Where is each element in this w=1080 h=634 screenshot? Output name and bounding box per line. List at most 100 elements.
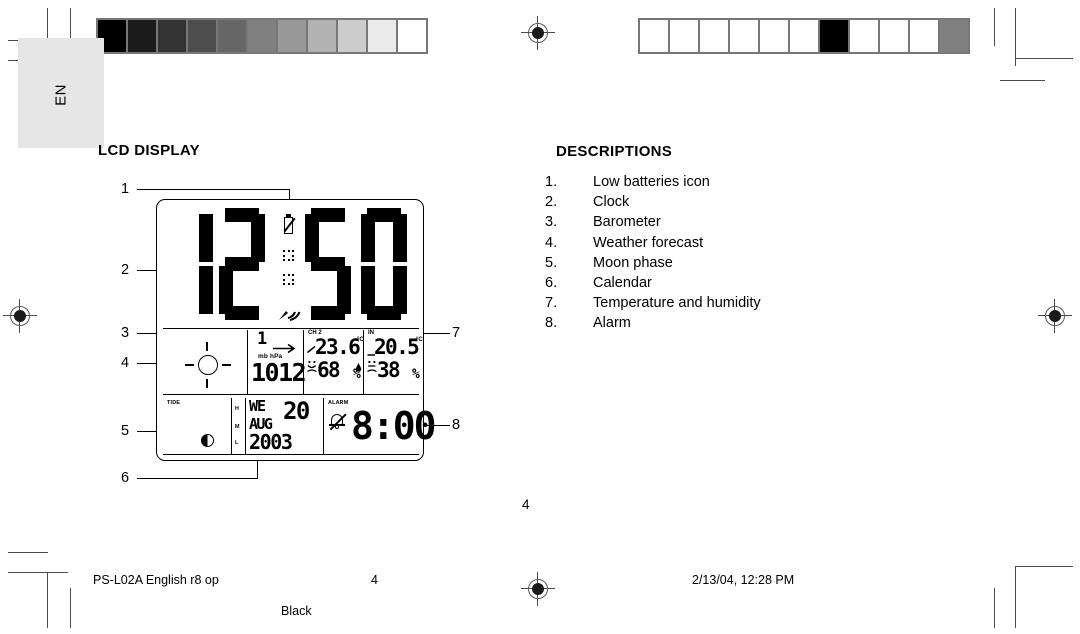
registration-mark-right (1038, 299, 1072, 333)
moon-phase-icon (201, 434, 214, 447)
smiley-comfort-icon-indoor (367, 359, 377, 378)
calendar-day: 20 (283, 397, 310, 425)
lcd-divider-ch2-indoor (363, 330, 365, 394)
grayscale-calibration-strip-left (96, 18, 428, 54)
calibration-left-cell-3 (158, 20, 186, 52)
alarm-bell-off-icon (329, 412, 347, 431)
lcd-display-panel: 1 mb hPa 1012 CH 2 23.6 °C 68 % IN 20.5 … (156, 199, 437, 461)
description-item-number: 3. (545, 214, 558, 231)
outdoor-humidity-value: 68 (317, 358, 341, 382)
registration-mark-bottom-center (521, 572, 555, 606)
clock-digit-hour-ones (219, 208, 265, 320)
calibration-left-cell-11 (398, 20, 426, 52)
lcd-divider-barometer-ch2 (303, 330, 305, 394)
lcd-divider-middle-bottom (163, 394, 419, 396)
description-item-text: Barometer (593, 214, 661, 231)
tide-label: TIDE (167, 400, 181, 406)
calibration-right-cell-1 (640, 20, 668, 52)
alarm-label: ALARM (328, 400, 349, 406)
outdoor-temperature-value: 23.6 (315, 335, 361, 359)
callout-label-1: 1 (121, 181, 130, 197)
callout-label-4: 4 (121, 355, 130, 371)
description-item-text: Low batteries icon (593, 174, 710, 190)
footer-plate-name: Black (281, 604, 312, 618)
crop-mark-top-right-inner-horizontal (1000, 80, 1045, 81)
description-item: 7. Temperature and humidity (545, 293, 875, 313)
clock-digit-minute-ones (361, 208, 407, 320)
calibration-right-cell-4 (730, 20, 758, 52)
lcd-bottom-row: TIDE H M L WE AUG 20 2003 ALARM 8:00 (163, 398, 437, 456)
calibration-left-cell-4 (188, 20, 216, 52)
description-item-text: Calendar (593, 275, 652, 292)
weather-forecast-sun-icon (185, 342, 231, 388)
description-item-number: 7. (545, 295, 558, 312)
crop-mark-bottom-left-vertical (47, 572, 48, 628)
grayscale-calibration-strip-right (638, 18, 970, 54)
body-page-number: 4 (522, 497, 530, 512)
calibration-right-cell-9 (880, 20, 908, 52)
description-item-number: 4. (545, 234, 558, 251)
callout-label-6: 6 (121, 470, 130, 486)
calibration-left-cell-2 (128, 20, 156, 52)
lcd-middle-row: 1 mb hPa 1012 CH 2 23.6 °C 68 % IN 20.5 … (163, 328, 423, 396)
barometer-pressure-value: 1012 (251, 358, 307, 387)
low-battery-icon (283, 214, 296, 234)
description-item-text: Clock (593, 194, 630, 211)
description-item-number: 6. (545, 275, 558, 292)
smiley-comfort-icon-outdoor (307, 359, 317, 378)
indoor-temperature-unit: °C (416, 337, 423, 343)
calibration-left-cell-8 (308, 20, 336, 52)
description-item-text: Alarm (593, 315, 631, 332)
descriptions-heading: DESCRIPTIONS (556, 143, 673, 160)
indoor-humidity-value: 38 (377, 358, 401, 382)
tide-level-mid: M (235, 424, 240, 430)
calendar-section: WE AUG 20 2003 (249, 398, 321, 454)
crop-mark-bottom-left-inner-horizontal (8, 552, 48, 553)
language-tab-en: EN (18, 38, 104, 148)
registration-mark-top-center (521, 16, 555, 50)
description-item-text: Weather forecast (593, 234, 704, 251)
lcd-clock-section (165, 206, 417, 324)
crop-mark-bottom-left-inner-vertical (70, 588, 71, 628)
lcd-divider-tide-calendar (231, 398, 233, 454)
calibration-right-cell-2 (670, 20, 698, 52)
outdoor-humidity-unit: % (353, 367, 361, 382)
tide-moon-section: TIDE (163, 398, 229, 454)
callout-label-7: 7 (452, 325, 461, 341)
description-item-number: 8. (545, 315, 558, 332)
lcd-divider-tide-levels (245, 398, 247, 454)
description-item: 5. Moon phase (545, 253, 875, 273)
calendar-weekday: WE (249, 397, 266, 415)
calibration-left-cell-5 (218, 20, 246, 52)
callout-label-3: 3 (121, 325, 130, 341)
crop-mark-bottom-right-horizontal (1015, 566, 1073, 567)
registration-mark-left (3, 299, 37, 333)
description-item-number: 1. (545, 174, 558, 190)
indoor-temperature-value: 20.5 (374, 335, 420, 359)
callout-leader-1-horizontal (137, 189, 290, 191)
descriptions-list: 1. Low batteries icon 2. Clock 3. Barometer 4.… (545, 172, 875, 334)
barometer-section: 1 mb hPa 1012 (251, 329, 307, 394)
footer-job-name: PS-L02A English r8 op (93, 573, 219, 587)
crop-mark-bottom-right-vertical (1015, 566, 1016, 628)
description-item-number: 5. (545, 254, 558, 271)
crop-mark-top-right-horizontal (1015, 58, 1073, 59)
barometer-tendency-digit: 1 (257, 329, 267, 349)
indoor-humidity-unit: % (412, 367, 420, 382)
description-item: 8. Alarm (545, 313, 875, 333)
crop-mark-top-right-inner-vertical (994, 8, 995, 46)
callout-label-8: 8 (452, 417, 461, 433)
tide-level-low: L (235, 440, 239, 446)
alarm-section: ALARM 8:00 (327, 398, 437, 454)
lcd-divider-forecast-barometer (247, 330, 249, 394)
crop-mark-bottom-left-horizontal (8, 572, 68, 573)
clock-colon-upper (283, 250, 294, 261)
callout-leader-6 (137, 478, 258, 480)
description-item-number: 2. (545, 194, 558, 211)
lcd-divider-calendar-alarm (323, 398, 325, 454)
radio-reception-icon (277, 306, 303, 322)
calibration-left-cell-6 (248, 20, 276, 52)
calibration-right-cell-8 (850, 20, 878, 52)
alarm-time-value: 8:00 (351, 404, 437, 448)
clock-digit-hour-tens (167, 208, 213, 320)
